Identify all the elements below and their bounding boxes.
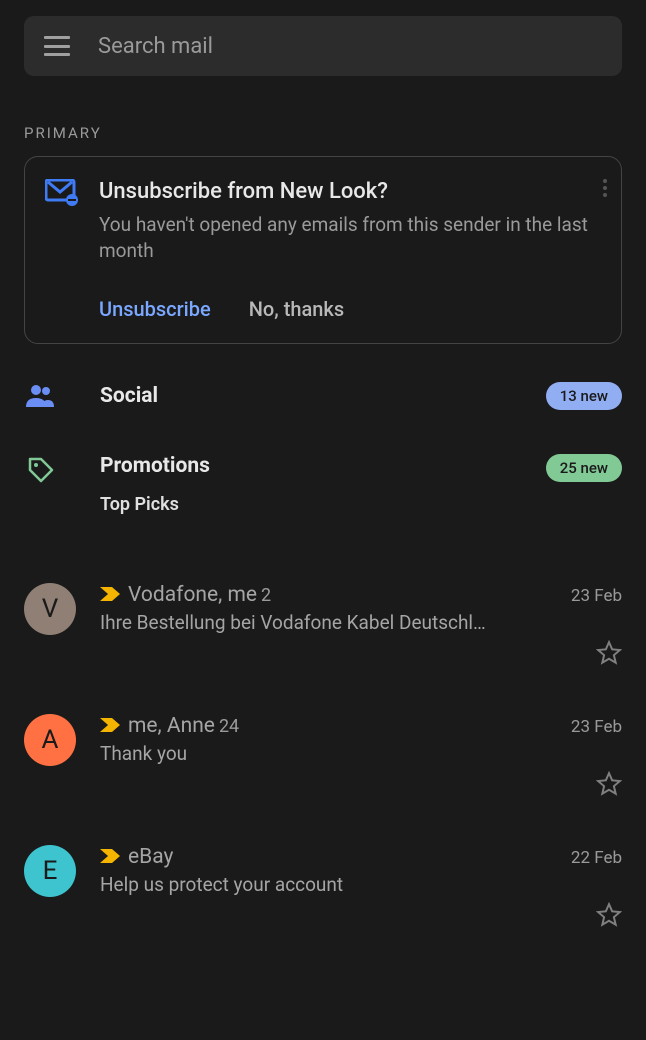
unsubscribe-card: Unsubscribe from New Look? You haven't o… [24, 156, 622, 344]
unsubscribe-mail-icon [45, 179, 79, 211]
email-date: 23 Feb [559, 586, 622, 606]
unsubscribe-button[interactable]: Unsubscribe [99, 297, 211, 321]
category-social[interactable]: Social 13 new [0, 360, 646, 432]
email-item[interactable]: E eBay 22 Feb Help us protect your accou… [0, 825, 646, 932]
star-icon[interactable] [596, 640, 622, 670]
avatar[interactable]: A [24, 714, 76, 766]
email-count: 2 [261, 585, 271, 606]
email-sender: me, Anne [128, 714, 215, 738]
important-marker-icon[interactable] [100, 848, 120, 867]
email-subject: Help us protect your account [100, 873, 622, 896]
no-thanks-button[interactable]: No, thanks [249, 297, 344, 321]
email-sender: Vodafone, me [128, 583, 257, 607]
card-body: You haven't opened any emails from this … [99, 212, 601, 263]
email-date: 22 Feb [559, 848, 622, 868]
tag-icon [24, 456, 58, 484]
promotions-badge: 25 new [546, 454, 622, 482]
menu-icon[interactable] [44, 36, 70, 56]
email-date: 23 Feb [559, 717, 622, 737]
star-icon[interactable] [596, 902, 622, 932]
category-promotions[interactable]: Promotions Top Picks 25 new [0, 432, 646, 515]
important-marker-icon[interactable] [100, 717, 120, 736]
important-marker-icon[interactable] [100, 586, 120, 605]
social-badge: 13 new [546, 382, 622, 410]
star-icon[interactable] [596, 771, 622, 801]
more-icon[interactable] [603, 179, 607, 197]
section-label-primary: PRIMARY [0, 92, 646, 156]
category-subtitle: Top Picks [100, 494, 546, 515]
category-title: Social [100, 384, 546, 408]
email-subject: Thank you [100, 742, 622, 765]
email-subject: Ihre Bestellung bei Vodafone Kabel Deuts… [100, 611, 622, 634]
people-icon [24, 383, 58, 409]
avatar[interactable]: V [24, 583, 76, 635]
card-title: Unsubscribe from New Look? [99, 179, 601, 204]
email-count: 24 [219, 716, 239, 737]
email-item[interactable]: A me, Anne 24 23 Feb Thank you [0, 694, 646, 801]
search-placeholder: Search mail [98, 34, 213, 59]
avatar[interactable]: E [24, 845, 76, 897]
email-item[interactable]: V Vodafone, me 2 23 Feb Ihre Bestellung … [0, 563, 646, 670]
search-bar[interactable]: Search mail [24, 16, 622, 76]
email-sender: eBay [128, 845, 173, 869]
category-title: Promotions [100, 454, 546, 478]
